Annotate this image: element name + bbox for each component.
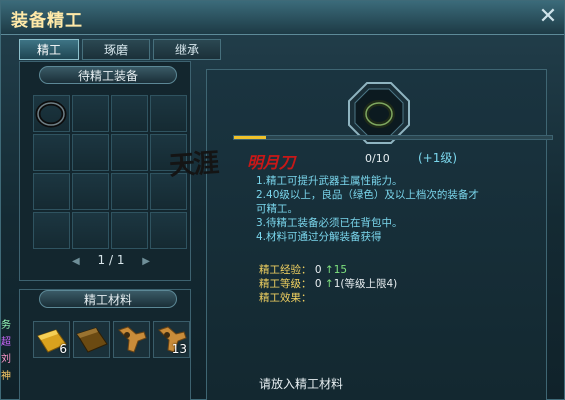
refine-rules: 1.精工可提升武器主属性能力。 2.40级以上，良品（绿色）及以上档次的装备才 … (256, 174, 479, 244)
chat-line: 刘 (1, 354, 11, 365)
watermark-logo-red: 明月刀 (247, 153, 296, 172)
material-count: 13 (171, 342, 187, 356)
equipment-slot[interactable] (111, 173, 148, 210)
tab-inherit[interactable]: 继承 (153, 39, 221, 60)
close-icon[interactable]: ✕ (537, 6, 559, 29)
rule-line: 2.40级以上，良品（绿色）及以上档次的装备才 (256, 189, 479, 201)
refine-effect-row: 精工效果： (259, 291, 312, 305)
equipment-slot[interactable] (72, 134, 109, 171)
material-slot[interactable]: 6 (33, 321, 70, 358)
pager: ◀ 1 / 1 ▶ (71, 253, 151, 271)
title-bar[interactable]: 装备精工 ✕ (1, 1, 564, 35)
equipment-slot[interactable] (72, 212, 109, 249)
refine-exp-label: 精工经验： (259, 264, 312, 276)
equipment-slot[interactable] (72, 95, 109, 132)
material-slot[interactable] (113, 321, 150, 358)
equipment-slot[interactable] (72, 173, 109, 210)
rule-line: 可精工。 (256, 203, 298, 215)
refine-progress-bar (233, 135, 553, 140)
equipment-slot[interactable] (111, 134, 148, 171)
put-material-prompt: 请放入精工材料 (259, 377, 344, 391)
equipment-grid (33, 95, 187, 249)
equipment-panel-label: 待精工装备 (39, 66, 177, 84)
refine-effect-label: 精工效果： (259, 292, 312, 304)
window-title: 装备精工 (11, 11, 83, 31)
chat-line: 超 (1, 337, 11, 348)
refine-exp-value: 0 (314, 264, 322, 276)
material-count: 6 (59, 342, 67, 356)
tab-refine[interactable]: 精工 (19, 39, 79, 60)
chat-line: 务 (1, 320, 11, 331)
wrench-icon (118, 326, 147, 353)
bronze-bar-icon (76, 327, 108, 353)
refine-progress-fill (234, 136, 266, 139)
watermark-logo: 天涯 (168, 148, 219, 182)
chat-line: 神 (1, 371, 11, 382)
ring-icon (35, 100, 67, 128)
rule-line: 4.材料可通过分解装备获得 (256, 231, 382, 243)
rule-line: 3.待精工装备必须已在背包中。 (256, 217, 403, 229)
prev-page-icon[interactable]: ◀ (72, 256, 80, 267)
refine-exp-gain: 15 (333, 264, 348, 276)
materials-panel-label: 精工材料 (39, 290, 177, 308)
equipment-slot[interactable] (111, 212, 148, 249)
tab-polish[interactable]: 琢磨 (82, 39, 150, 60)
equipment-slot[interactable] (33, 134, 70, 171)
material-slot[interactable]: 13 (153, 321, 190, 358)
refine-level-up: (+1级) (418, 151, 458, 165)
refine-level-gain: 1(等级上限4) (333, 278, 398, 290)
equipment-slot[interactable] (150, 212, 187, 249)
up-arrow-icon: ↑ (324, 264, 334, 276)
rule-line: 1.精工可提升武器主属性能力。 (256, 175, 403, 187)
equipment-slot[interactable] (33, 173, 70, 210)
refine-level-row: 精工等级： 0 ↑1(等级上限4) (259, 277, 397, 291)
equipment-slot[interactable] (111, 95, 148, 132)
equipment-slot[interactable] (33, 95, 70, 132)
tab-bar: 精工 琢磨 继承 (19, 39, 221, 61)
equipment-refine-window: 装备精工 ✕ 精工 琢磨 继承 待精工装备 ◀ 1 / 1 ▶ 精工材料 6 1… (0, 0, 565, 400)
refine-exp-row: 精工经验： 0 ↑15 (259, 263, 347, 277)
materials-row: 6 13 (33, 321, 190, 358)
chat-edge: 务 超 刘 神 (1, 317, 17, 400)
equipment-slot[interactable] (150, 95, 187, 132)
refine-level-value: 0 (314, 278, 322, 290)
next-page-icon[interactable]: ▶ (142, 256, 150, 267)
page-indicator: 1 / 1 (97, 253, 125, 267)
up-arrow-icon: ↑ (324, 278, 334, 290)
equipment-slot[interactable] (33, 212, 70, 249)
material-slot[interactable] (73, 321, 110, 358)
refine-level-label: 精工等级： (259, 278, 312, 290)
refine-progress-text: 0/10 (365, 152, 390, 165)
